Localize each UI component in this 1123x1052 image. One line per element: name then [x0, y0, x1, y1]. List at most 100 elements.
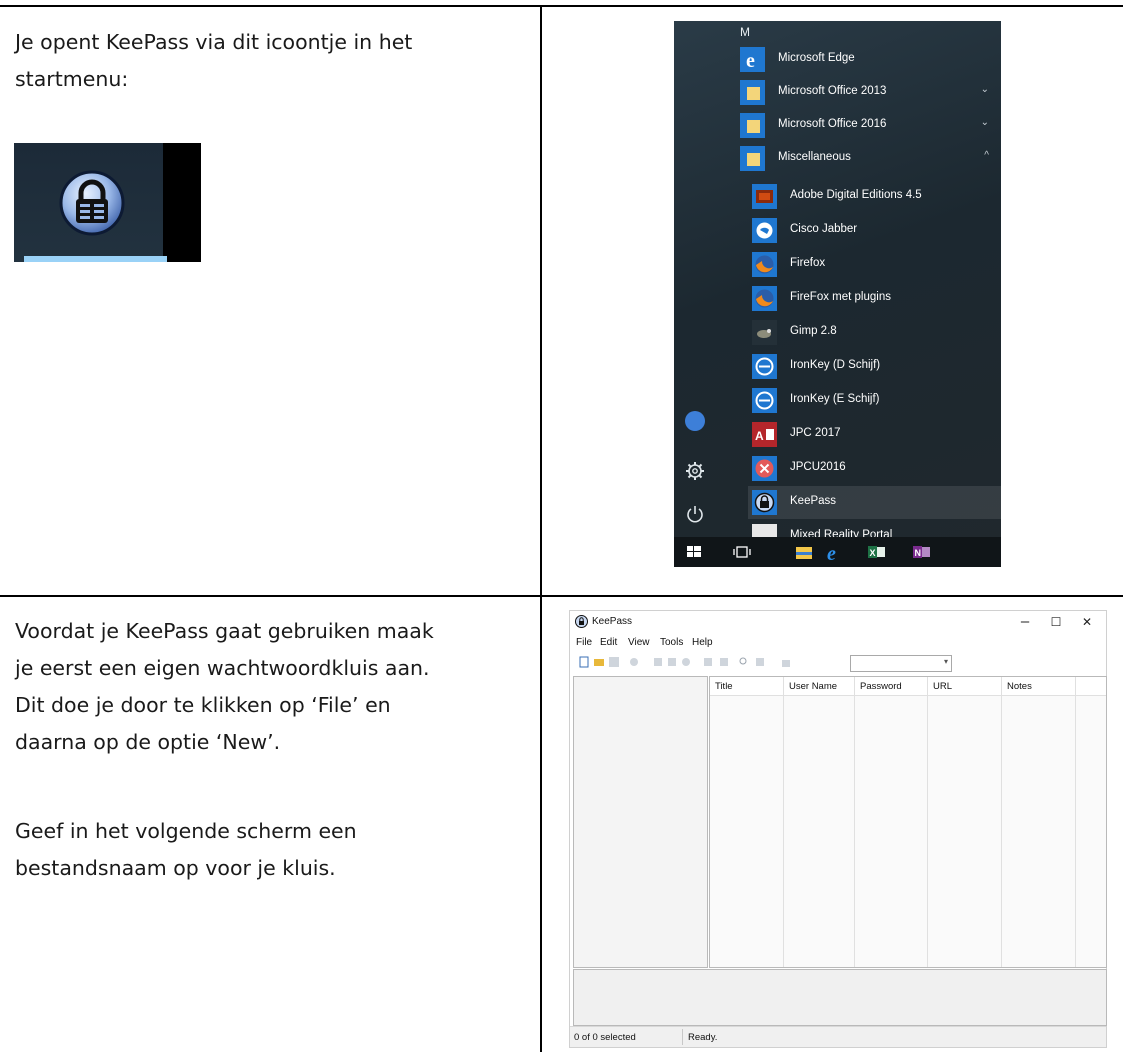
entry-list-panel[interactable]: Title User Name Password URL Notes	[709, 676, 1107, 968]
start-item-mixed-reality: Mixed Reality Portal	[748, 520, 1001, 538]
quick-search-combobox[interactable]: ▾	[850, 655, 952, 672]
new-file-icon[interactable]	[578, 656, 590, 668]
filename-paragraph: Geef in het volgende scherm een bestands…	[15, 813, 525, 887]
start-item-cisco-jabber: Cisco Jabber	[748, 214, 1001, 247]
start-item-jpc-2017: A JPC 2017	[748, 418, 1001, 451]
start-menu-screenshot: M e Microsoft Edge Microsoft Office 2013…	[674, 21, 1001, 567]
table-row-divider	[0, 595, 1123, 597]
start-item-gimp: Gimp 2.8	[748, 316, 1001, 349]
ironkey-icon	[752, 354, 777, 379]
menu-edit[interactable]: Edit	[600, 637, 617, 648]
gimp-icon	[752, 320, 777, 345]
add-entry-icon[interactable]	[628, 656, 640, 668]
entry-list-header: Title User Name Password URL Notes	[710, 677, 1106, 696]
start-item-firefox: Firefox	[748, 248, 1001, 281]
chevron-down-icon: ⌄	[980, 117, 989, 128]
folder-icon	[740, 113, 765, 138]
start-menu-letter-header: M	[740, 25, 750, 39]
column-url[interactable]: URL	[933, 681, 952, 692]
column-notes[interactable]: Notes	[1007, 681, 1032, 692]
copy-entry-icon[interactable]	[702, 656, 714, 668]
find-icon[interactable]	[738, 656, 750, 668]
menu-file[interactable]: File	[576, 637, 592, 648]
keepass-icon	[752, 490, 777, 515]
start-item-firefox-plugins: FireFox met plugins	[748, 282, 1001, 315]
entry-details-panel	[573, 969, 1107, 1026]
autotype-icon[interactable]	[718, 656, 730, 668]
status-selected: 0 of 0 selected	[574, 1032, 636, 1043]
minimize-button[interactable]: –	[1010, 612, 1040, 632]
copy-username-icon[interactable]	[652, 656, 664, 668]
window-title: KeePass	[592, 616, 633, 627]
power-icon	[682, 501, 708, 527]
svg-text:N: N	[915, 548, 922, 558]
firefox-icon	[752, 252, 777, 277]
file-explorer-icon	[796, 547, 812, 559]
ironkey-icon	[752, 388, 777, 413]
intro-paragraph: Je opent KeePass via dit icoontje in het…	[15, 24, 525, 98]
start-item-office-2013: Microsoft Office 2013 ⌄	[736, 76, 1001, 109]
column-title[interactable]: Title	[715, 681, 733, 692]
menu-bar: File Edit View Tools Help	[570, 635, 1106, 651]
edge-icon: e	[740, 47, 765, 72]
excel-icon: X	[868, 546, 885, 558]
jpcu-icon	[752, 456, 777, 481]
start-item-office-2016: Microsoft Office 2016 ⌄	[736, 109, 1001, 142]
keepass-window-screenshot: KeePass – ☐ ✕ File Edit View Tools Help …	[569, 610, 1107, 1048]
settings-gear-icon	[682, 458, 708, 484]
start-item-miscellaneous: Miscellaneous ^	[736, 142, 1001, 175]
access-icon: A	[752, 422, 777, 447]
menu-tools[interactable]: Tools	[660, 637, 683, 648]
group-tree-panel[interactable]	[573, 676, 708, 968]
start-item-keepass: KeePass	[748, 486, 1001, 519]
maximize-button[interactable]: ☐	[1041, 612, 1071, 632]
onenote-icon: N	[913, 546, 930, 558]
entry-view-icon[interactable]	[754, 656, 766, 668]
svg-text:e: e	[827, 543, 836, 561]
chevron-down-icon: ▾	[943, 657, 948, 666]
column-user-name[interactable]: User Name	[789, 681, 837, 692]
text-line: Geef in het volgende scherm een	[15, 819, 357, 843]
table-column-divider	[540, 5, 542, 1052]
close-button[interactable]: ✕	[1072, 612, 1102, 632]
text-line: Je opent KeePass via dit icoontje in het	[15, 30, 413, 54]
table-border-top	[0, 5, 1123, 7]
keepass-icon	[575, 615, 588, 628]
menu-view[interactable]: View	[628, 637, 650, 648]
task-view-icon	[733, 546, 751, 558]
text-line: je eerst een eigen wachtwoordkluis aan.	[15, 656, 430, 680]
open-url-icon[interactable]	[680, 656, 692, 668]
mixed-reality-icon	[752, 524, 777, 538]
start-item-jpcu2016: JPCU2016	[748, 452, 1001, 485]
document-table: Je opent KeePass via dit icoontje in het…	[0, 0, 1123, 1052]
open-folder-icon[interactable]	[593, 656, 605, 668]
svg-text:e: e	[746, 50, 755, 72]
user-avatar-icon	[682, 408, 708, 434]
start-item-ironkey-e: IronKey (E Schijf)	[748, 384, 1001, 417]
window-titlebar: KeePass – ☐ ✕	[570, 611, 1106, 633]
instructions-paragraph: Voordat je KeePass gaat gebruiken maak j…	[15, 613, 525, 761]
cisco-jabber-icon	[752, 218, 777, 243]
internet-explorer-icon: e	[827, 543, 836, 561]
chevron-down-icon: ⌄	[980, 84, 989, 95]
start-item-adobe-digital-editions: Adobe Digital Editions 4.5	[748, 180, 1001, 213]
adobe-digital-editions-icon	[752, 184, 777, 209]
text-line: Dit doe je door te klikken op ‘File’ en	[15, 693, 391, 717]
text-line: bestandsnaam op voor je kluis.	[15, 856, 336, 880]
column-password[interactable]: Password	[860, 681, 902, 692]
status-ready: Ready.	[688, 1032, 718, 1043]
folder-icon	[740, 80, 765, 105]
taskbar: e X N	[674, 537, 1001, 567]
save-icon[interactable]	[608, 656, 620, 668]
keepass-taskbar-icon-image	[14, 143, 201, 262]
text-line: daarna op de optie ‘New’.	[15, 730, 281, 754]
menu-help[interactable]: Help	[692, 637, 713, 648]
start-item-microsoft-edge: e Microsoft Edge	[736, 43, 1001, 76]
lock-workspace-icon[interactable]	[780, 656, 792, 668]
copy-password-icon[interactable]	[666, 656, 678, 668]
toolbar: ▾	[570, 653, 1106, 673]
folder-icon	[740, 146, 765, 171]
svg-text:A: A	[755, 429, 764, 443]
windows-start-icon	[687, 546, 701, 557]
firefox-icon	[752, 286, 777, 311]
